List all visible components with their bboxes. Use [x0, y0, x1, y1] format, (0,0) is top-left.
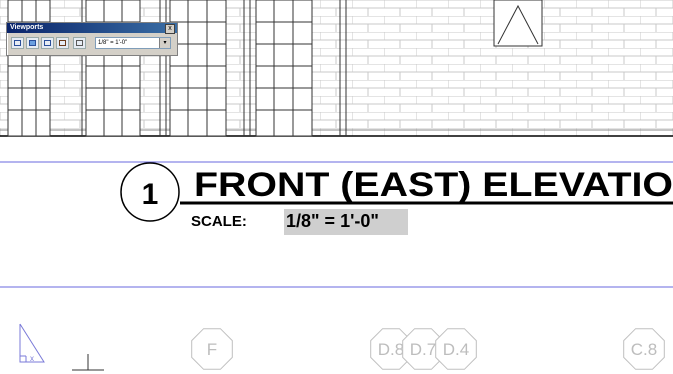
grid-bubble-label: D.8 [378, 340, 404, 359]
single-viewport-button[interactable] [11, 37, 24, 49]
window-4 [255, 0, 313, 137]
clip-viewport-icon [76, 40, 83, 46]
slope-triangle-icon: x [19, 323, 45, 363]
grid-bubble-label: C.8 [631, 340, 657, 359]
viewport-dialog-button[interactable] [26, 37, 39, 49]
grid-bubble-label: F [207, 340, 217, 359]
callout-number: 1 [142, 178, 159, 211]
scale-value[interactable]: 1/8" = 1'-0" [286, 211, 379, 231]
toolbar-close-button[interactable]: x [165, 24, 175, 34]
convert-object-icon [59, 40, 66, 46]
clip-viewport-button[interactable] [73, 37, 86, 49]
grid-bubble-d-4: D.4 [435, 328, 477, 370]
window-3 [169, 0, 227, 137]
viewports-toolbar[interactable]: Viewports x 1/8" = 1'-0" ▾ [6, 22, 178, 56]
convert-object-button[interactable] [56, 37, 69, 49]
scale-label: SCALE: [191, 213, 247, 230]
svg-text:x: x [30, 354, 34, 363]
grid-bubble-c-8: C.8 [623, 328, 665, 370]
grid-bubbles: F D.8 D.7 D.4 C.8 [191, 328, 665, 370]
toolbar-title[interactable]: Viewports [7, 23, 177, 33]
view-title: FRONT (EAST) ELEVATIO [194, 166, 673, 204]
polygonal-viewport-icon [44, 40, 51, 46]
window-2 [85, 0, 141, 137]
viewport-dialog-icon [29, 40, 36, 46]
single-viewport-icon [14, 40, 21, 46]
level-marker [72, 354, 104, 371]
grid-bubble-f: F [191, 328, 233, 370]
view-title-callout[interactable]: 1 FRONT (EAST) ELEVATIO SCALE: 1/8" = 1'… [120, 162, 673, 235]
drawing-canvas[interactable]: 1 FRONT (EAST) ELEVATIO SCALE: 1/8" = 1'… [0, 0, 673, 374]
grid-bubble-label: D.7 [410, 340, 436, 359]
viewport-scale-value: 1/8" = 1'-0" [98, 40, 128, 46]
window-1 [7, 0, 51, 137]
gable-window [493, 0, 543, 47]
viewport-scale-select[interactable]: 1/8" = 1'-0" ▾ [95, 37, 171, 49]
chevron-down-icon[interactable]: ▾ [159, 38, 170, 48]
grid-bubble-label: D.4 [443, 340, 469, 359]
polygonal-viewport-button[interactable] [41, 37, 54, 49]
